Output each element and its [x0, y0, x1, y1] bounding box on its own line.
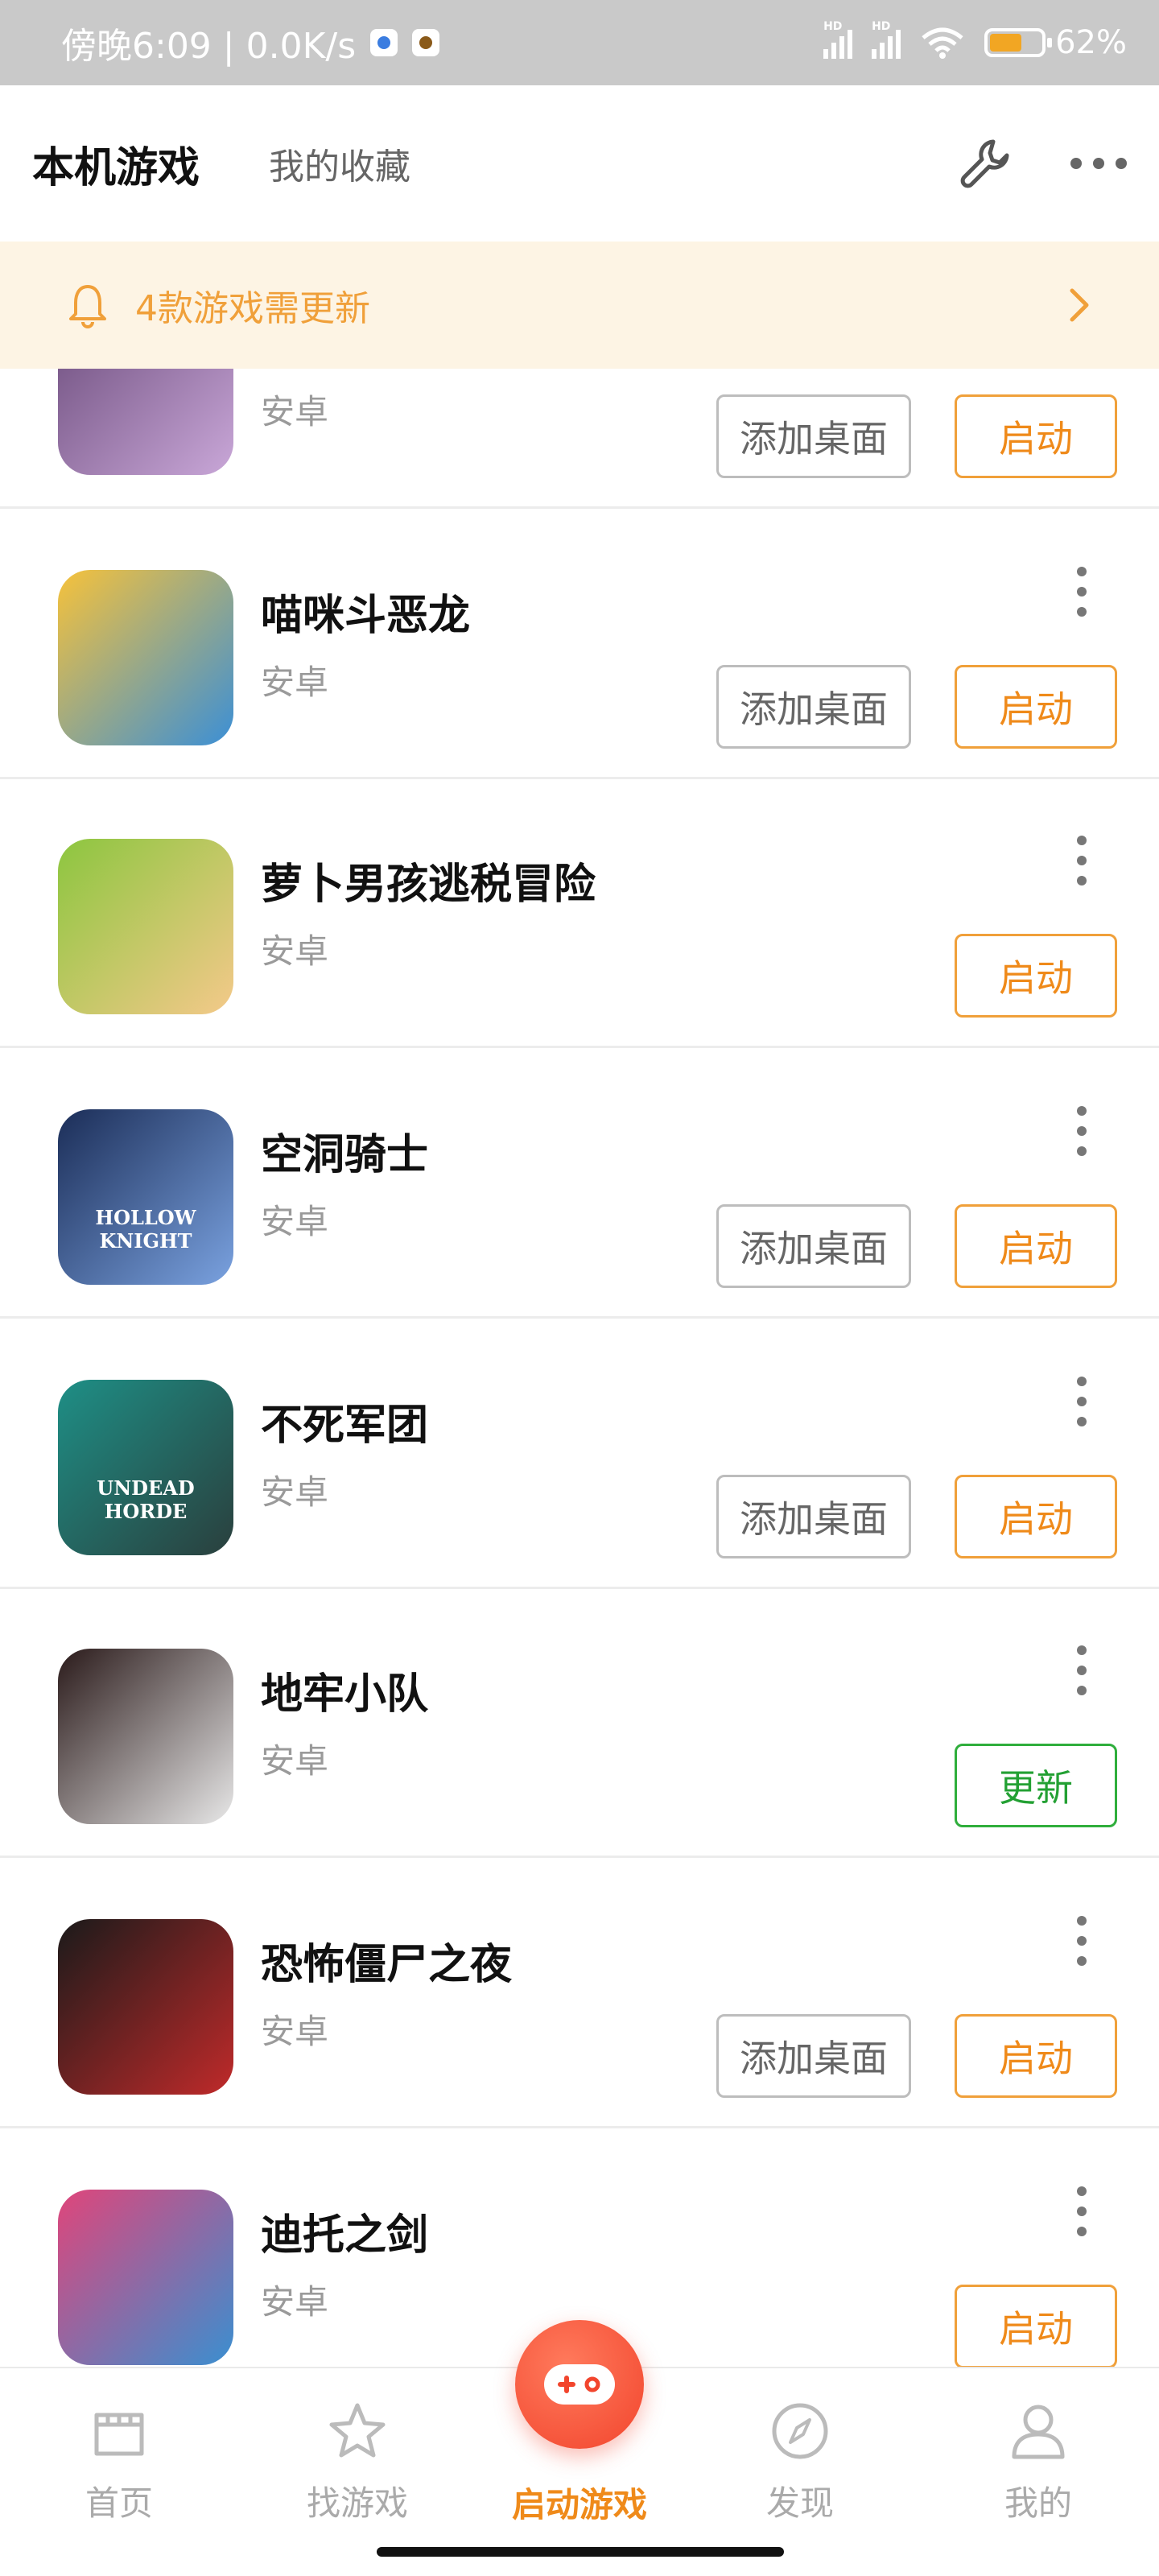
game-row[interactable]: 喵咪斗恶龙安卓 添加桌面 启动 — [0, 510, 1159, 779]
hollow-knight-icon[interactable]: HOLLOW KNIGHT — [58, 1109, 233, 1285]
nav-mine[interactable]: 我的 — [958, 2401, 1119, 2525]
launch-button[interactable]: 启动 — [955, 1475, 1117, 1558]
notification-app-icon-2 — [412, 29, 440, 56]
header-tools — [958, 135, 1127, 192]
tab-local-games[interactable]: 本机游戏 — [32, 134, 200, 194]
game-platform: 安卓 — [261, 2012, 329, 2051]
update-banner-text: 4款游戏需更新 — [135, 288, 370, 329]
game-row[interactable]: 安卓 添加桌面 启动 — [0, 369, 1159, 509]
game-title: 萝卜男孩逃税冒险 — [261, 861, 596, 909]
gamepad-icon — [544, 2364, 615, 2405]
game-platform: 安卓 — [261, 392, 329, 431]
game-platform: 安卓 — [261, 663, 329, 702]
person-icon — [1012, 2405, 1065, 2459]
status-right: HD HD 62% — [823, 20, 1127, 61]
game-platform: 安卓 — [261, 1202, 329, 1241]
battery-indicator: 62% — [984, 24, 1127, 61]
nav-discover[interactable]: 发现 — [720, 2401, 881, 2525]
nav-launch-games[interactable]: 启动游戏 — [499, 2478, 660, 2527]
fantasy-character-icon[interactable] — [58, 369, 233, 475]
game-title: 恐怖僵尸之夜 — [261, 1941, 513, 1989]
more-vertical-icon[interactable] — [1072, 1106, 1091, 1156]
game-launcher-page: 傍晚6:09 | 0.0K/s HD HD 62% 本机游戏 我的收藏 4款游戏… — [0, 0, 1159, 2576]
launch-center-button[interactable] — [515, 2320, 644, 2449]
signal-icon-2: HD — [872, 20, 901, 59]
launch-button[interactable]: 启动 — [955, 394, 1117, 478]
update-banner[interactable]: 4款游戏需更新 — [0, 242, 1159, 369]
pixel-girl-icon[interactable] — [58, 1649, 233, 1824]
store-icon — [94, 2413, 144, 2456]
star-icon — [329, 2403, 386, 2458]
add-to-desktop-button[interactable]: 添加桌面 — [716, 1475, 911, 1558]
game-row[interactable]: HOLLOW KNIGHT 空洞骑士安卓 添加桌面 启动 — [0, 1050, 1159, 1319]
ditto-sword-icon[interactable] — [58, 2190, 233, 2365]
chevron-right-icon — [1070, 288, 1089, 322]
nav-home-label: 首页 — [85, 2483, 153, 2523]
yellow-cat-knight-icon[interactable] — [58, 570, 233, 745]
signal-icon: HD — [823, 20, 853, 59]
top-tabs: 本机游戏 我的收藏 — [0, 85, 1159, 242]
game-title: 空洞骑士 — [261, 1131, 429, 1179]
more-vertical-icon[interactable] — [1072, 836, 1091, 886]
nav-find-games[interactable]: 找游戏 — [277, 2401, 438, 2525]
nav-launch-label: 启动游戏 — [511, 2485, 647, 2524]
game-row[interactable]: 萝卜男孩逃税冒险安卓 启动 — [0, 779, 1159, 1048]
battery-percent: 62% — [1055, 24, 1127, 61]
game-platform: 安卓 — [261, 1741, 329, 1781]
home-indicator — [377, 2547, 784, 2557]
compass-icon — [772, 2403, 828, 2459]
wifi-icon — [922, 27, 963, 59]
add-to-desktop-button[interactable]: 添加桌面 — [716, 2014, 911, 2098]
game-title: 迪托之剑 — [261, 2211, 429, 2260]
game-platform: 安卓 — [261, 2282, 329, 2322]
nav-mine-label: 我的 — [1004, 2483, 1072, 2523]
bell-icon — [69, 285, 106, 328]
zombie-hand-icon[interactable] — [58, 1919, 233, 2095]
more-vertical-icon[interactable] — [1072, 1377, 1091, 1426]
status-left: 傍晚6:09 | 0.0K/s — [61, 17, 440, 68]
more-vertical-icon[interactable] — [1072, 2186, 1091, 2236]
game-title: 不死军团 — [261, 1402, 429, 1450]
nav-home[interactable]: 首页 — [39, 2401, 200, 2525]
launch-button[interactable]: 启动 — [955, 2014, 1117, 2098]
launch-button[interactable]: 启动 — [955, 665, 1117, 749]
game-title: 地牢小队 — [261, 1670, 429, 1719]
turnip-boy-icon[interactable] — [58, 839, 233, 1014]
tab-favorites[interactable]: 我的收藏 — [269, 138, 410, 189]
notification-app-icon — [370, 29, 398, 56]
game-list: 安卓 添加桌面 启动 喵咪斗恶龙 安卓 添加桌面 启动 萝卜男孩逃税冒险 安卓 启动 HOLLOW … — [0, 369, 1159, 2367]
more-vertical-icon[interactable] — [1072, 1645, 1091, 1695]
nav-discover-label: 发现 — [765, 2483, 834, 2523]
add-to-desktop-button[interactable]: 添加桌面 — [716, 665, 911, 749]
more-vertical-icon[interactable] — [1072, 567, 1091, 617]
launch-button[interactable]: 启动 — [955, 2285, 1117, 2367]
add-to-desktop-button[interactable]: 添加桌面 — [716, 394, 911, 478]
wrench-icon[interactable] — [958, 135, 1014, 192]
nav-find-label: 找游戏 — [306, 2483, 408, 2523]
add-to-desktop-button[interactable]: 添加桌面 — [716, 1204, 911, 1288]
game-title: 喵咪斗恶龙 — [261, 592, 471, 640]
icon-caption: HOLLOW KNIGHT — [95, 1206, 196, 1253]
icon-caption: UNDEAD HORDE — [97, 1476, 195, 1523]
battery-fill — [990, 34, 1021, 52]
launch-button[interactable]: 启动 — [955, 1204, 1117, 1288]
game-platform: 安卓 — [261, 1472, 329, 1512]
game-row[interactable]: UNDEAD HORDE 不死军团安卓 添加桌面 启动 — [0, 1320, 1159, 1589]
undead-horde-icon[interactable]: UNDEAD HORDE — [58, 1380, 233, 1555]
launch-button[interactable]: 启动 — [955, 934, 1117, 1018]
game-row[interactable]: 地牢小队安卓 更新 — [0, 1589, 1159, 1858]
more-vertical-icon[interactable] — [1072, 1916, 1091, 1966]
status-bar: 傍晚6:09 | 0.0K/s HD HD 62% — [0, 0, 1159, 85]
more-options-icon[interactable] — [1070, 158, 1127, 169]
battery-icon — [984, 28, 1053, 57]
game-platform: 安卓 — [261, 931, 329, 971]
update-button[interactable]: 更新 — [955, 1744, 1117, 1827]
status-time-speed: 傍晚6:09 | 0.0K/s — [61, 26, 357, 67]
game-row[interactable]: 恐怖僵尸之夜安卓 添加桌面 启动 — [0, 1860, 1159, 2128]
